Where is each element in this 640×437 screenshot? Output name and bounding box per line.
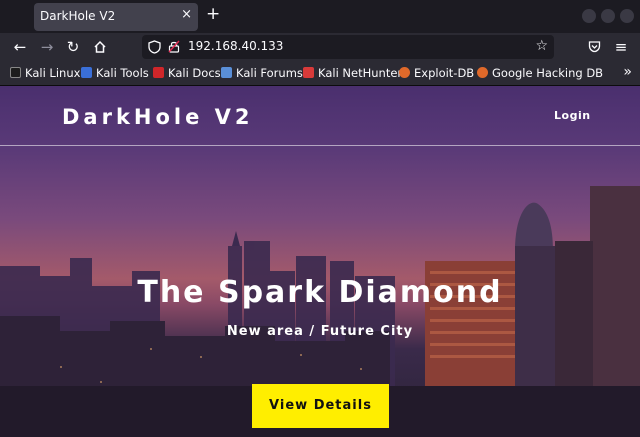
kali-linux-icon — [10, 67, 21, 78]
kali-tools-icon — [81, 67, 92, 78]
tab-title: DarkHole V2 — [40, 9, 116, 23]
bookmark-kali-tools[interactable]: Kali Tools — [81, 66, 149, 82]
bookmark-label: Kali Linux — [25, 66, 81, 80]
reload-icon[interactable]: ↻ — [63, 37, 83, 57]
bookmark-google-hacking-db[interactable]: Google Hacking DB — [477, 66, 603, 82]
close-window-icon[interactable] — [620, 9, 634, 23]
new-tab-icon[interactable]: + — [206, 4, 220, 24]
bookmark-label: Kali NetHunter — [318, 66, 403, 80]
bookmark-label: Exploit-DB — [414, 66, 475, 80]
url-text[interactable]: 192.168.40.133 — [188, 39, 283, 53]
hero-subtitle: New area / Future City — [226, 324, 414, 339]
bookmarks-overflow-icon[interactable]: » — [623, 64, 632, 80]
view-details-button[interactable]: View Details — [252, 384, 389, 428]
browser-title-bar: DarkHole V2 × + — [0, 0, 640, 33]
menu-icon[interactable]: ≡ — [611, 37, 631, 57]
bookmark-label: Kali Docs — [168, 66, 221, 80]
bookmark-label: Google Hacking DB — [492, 66, 604, 80]
login-link[interactable]: Login — [554, 109, 591, 122]
shield-icon[interactable] — [148, 40, 161, 54]
bookmark-kali-nethunter[interactable]: Kali NetHunter — [303, 66, 402, 82]
bookmark-exploit-db[interactable]: Exploit-DB — [399, 66, 474, 82]
forward-icon[interactable]: → — [37, 37, 57, 57]
site-brand[interactable]: DarkHole V2 — [62, 105, 254, 129]
exploit-db-icon — [399, 67, 410, 78]
bookmark-kali-linux[interactable]: Kali Linux — [10, 66, 80, 82]
google-hacking-db-icon — [477, 67, 488, 78]
site-navbar: DarkHole V2 Login — [0, 86, 640, 146]
bookmark-label: Kali Forums — [236, 66, 303, 80]
tab-close-icon[interactable]: × — [181, 7, 192, 22]
kali-docs-icon — [153, 67, 164, 78]
maximize-icon[interactable] — [601, 9, 615, 23]
bookmarks-bar: Kali Linux Kali Tools Kali Docs Kali For… — [0, 62, 640, 86]
bookmark-star-icon[interactable]: ☆ — [535, 38, 548, 54]
hero-title: The Spark Diamond — [137, 275, 503, 310]
web-page: DarkHole V2 Login The Spark Diamond New … — [0, 86, 640, 437]
kali-nethunter-icon — [303, 67, 314, 78]
back-icon[interactable]: ← — [10, 37, 30, 57]
bookmark-kali-forums[interactable]: Kali Forums — [221, 66, 303, 82]
pocket-icon[interactable] — [584, 37, 604, 57]
minimize-icon[interactable] — [582, 9, 596, 23]
navigation-bar: ← → ↻ 192.168.40.133 ☆ ≡ — [0, 33, 640, 62]
bookmark-kali-docs[interactable]: Kali Docs — [153, 66, 221, 82]
tab-darkhole[interactable]: DarkHole V2 × — [34, 3, 198, 31]
kali-forums-icon — [221, 67, 232, 78]
bookmark-label: Kali Tools — [96, 66, 149, 80]
insecure-lock-icon[interactable] — [168, 40, 180, 53]
home-icon[interactable] — [90, 37, 110, 57]
url-bar[interactable]: 192.168.40.133 ☆ — [142, 35, 554, 59]
